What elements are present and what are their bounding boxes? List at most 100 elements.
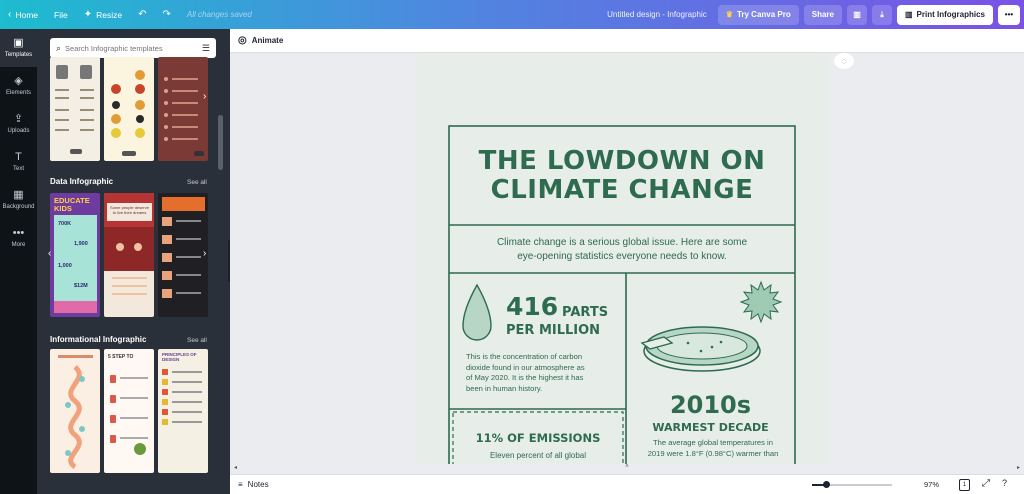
crown-icon: ♛	[725, 10, 733, 19]
share-button[interactable]: Share	[803, 4, 842, 25]
chevron-right-icon[interactable]: ›	[203, 91, 206, 102]
desc-line: been in human history.	[466, 383, 543, 393]
intro-text: Climate change is a serious global issue…	[449, 236, 795, 264]
horizontal-scroll[interactable]: ◂ ˄ ▸	[230, 463, 1024, 471]
thumbnail-art	[55, 65, 94, 154]
background-icon: ▦	[13, 189, 24, 201]
search-bar[interactable]: ⌕ ☰	[50, 38, 216, 58]
print-label: Print Infographics	[916, 10, 985, 19]
rail-templates[interactable]: ▣ Templates	[0, 29, 37, 67]
scroll-right-icon[interactable]: ▸	[1017, 464, 1020, 471]
resize-button[interactable]: ✦ Resize	[76, 0, 130, 29]
chevron-right-icon[interactable]: ›	[203, 248, 206, 259]
stat1-unit-line2: PER MILLION	[506, 323, 601, 338]
rail-background[interactable]: ▦ Background	[0, 181, 37, 219]
desc-line: of May 2020. It is the highest it has	[466, 373, 584, 382]
undo-button[interactable]: ↶	[130, 0, 154, 29]
template-thumbnail[interactable]: PRINCIPLES OF DESIGN	[158, 349, 208, 473]
rail-label: More	[11, 242, 26, 248]
template-thumbnail[interactable]: EDUCATE KIDS 700K 1,900 1,000 $12M	[50, 193, 100, 317]
zoom-slider-handle[interactable]	[823, 481, 830, 488]
template-thumbnail[interactable]: Some people deserve to live their dreams	[104, 193, 154, 317]
try-pro-button[interactable]: ♛ Try Canva Pro	[717, 4, 799, 25]
thumbnail-art	[58, 355, 93, 470]
title-line: THE LOWDOWN ON	[478, 146, 766, 176]
canvas-area[interactable]: THE LOWDOWN ON CLIMATE CHANGE Climate ch…	[230, 53, 1024, 464]
scroll-up-icon[interactable]: ˄	[625, 464, 629, 470]
chevron-right-icon[interactable]: ›	[203, 405, 206, 416]
rail-label: Elements	[5, 90, 31, 96]
home-label: Home	[15, 9, 39, 20]
thumbnail-art	[162, 369, 202, 425]
rail-elements[interactable]: ◈ Elements	[0, 67, 37, 105]
insights-button[interactable]: ▥	[846, 4, 867, 25]
see-all-link[interactable]: See all	[187, 179, 207, 186]
fullscreen-icon[interactable]: ⤢	[982, 478, 990, 489]
file-label: File	[54, 9, 68, 20]
stat2-description: The average global temperatures in 2019 …	[638, 438, 788, 459]
template-thumbnail[interactable]	[158, 193, 208, 317]
stat2-label: WARMEST DECADE	[652, 421, 769, 434]
download-icon: ⤓	[880, 9, 884, 19]
thumbnail-stat: 1,900	[74, 241, 88, 247]
text-icon: T	[15, 151, 22, 163]
upload-icon: ⇪	[13, 113, 24, 125]
templates-panel: ⌕ ☰ ›	[37, 29, 230, 494]
stat3-description: Eleven percent of all global	[489, 451, 587, 460]
thumbnail-stat: $12M	[74, 283, 88, 289]
infographic-title: THE LOWDOWN ON CLIMATE CHANGE	[449, 147, 795, 205]
template-thumbnail[interactable]: 5 STEP TO	[104, 349, 154, 473]
editor-toolbar: ◎ Animate	[230, 29, 1024, 53]
template-row	[50, 57, 208, 161]
scroll-left-icon[interactable]: ◂	[234, 464, 237, 471]
chevron-left-icon: ‹	[8, 9, 12, 20]
search-icon: ⌕	[56, 42, 62, 53]
download-button[interactable]: ⤓	[871, 4, 892, 25]
bottom-bar: ≡ Notes 97% 1 ⤢ ?	[230, 474, 1024, 494]
chevron-left-icon[interactable]: ‹	[48, 248, 51, 259]
notes-button[interactable]: ≡ Notes	[230, 480, 269, 489]
panel-scrollbar[interactable]	[218, 115, 223, 170]
comment-button[interactable]: ◌	[834, 53, 854, 69]
file-menu[interactable]: File	[46, 0, 76, 29]
filter-icon[interactable]: ☰	[202, 43, 210, 54]
help-icon[interactable]: ?	[1002, 478, 1007, 488]
page-count-button[interactable]: 1	[959, 479, 970, 491]
template-thumbnail[interactable]	[50, 57, 100, 161]
home-button[interactable]: ‹ Home	[0, 0, 46, 29]
stat3-title: 11% OF EMISSIONS	[475, 431, 601, 445]
print-button[interactable]: ▥ Print Infographics	[896, 4, 993, 25]
design-page[interactable]: THE LOWDOWN ON CLIMATE CHANGE Climate ch…	[416, 53, 830, 464]
desc-line: 2019 were 1.8°F (0.98°C) warmer than	[647, 448, 779, 458]
redo-button[interactable]: ↷	[155, 0, 179, 29]
template-thumbnail[interactable]	[50, 349, 100, 473]
intro-line: eye-opening statistics everyone needs to…	[517, 251, 727, 262]
templates-icon: ▣	[13, 37, 24, 49]
undo-icon: ↶	[138, 9, 147, 20]
title-line: CLIMATE CHANGE	[490, 175, 754, 205]
rail-more[interactable]: ••• More	[0, 219, 37, 257]
intro-line: Climate change is a serious global issue…	[496, 237, 748, 248]
design-title[interactable]: Untitled design - Infographic	[607, 10, 707, 19]
zoom-value[interactable]: 97%	[924, 480, 939, 489]
side-rail: ▣ Templates ◈ Elements ⇪ Uploads T Text …	[0, 29, 37, 494]
animate-button[interactable]: Animate	[252, 36, 284, 45]
template-thumbnail[interactable]	[158, 57, 208, 161]
thumbnail-art	[111, 70, 145, 156]
zoom-slider[interactable]	[812, 481, 892, 488]
animate-icon: ◎	[238, 35, 247, 46]
search-input[interactable]	[65, 43, 198, 53]
save-status: All changes saved	[186, 10, 252, 19]
rail-text[interactable]: T Text	[0, 143, 37, 181]
desc-line: This is the concentration of carbon	[466, 352, 583, 361]
template-row: 5 STEP TO PRINCIPLES OF DESIGN	[50, 349, 208, 473]
more-options-button[interactable]: •••	[998, 4, 1020, 25]
thumbnail-stat: 1,000	[58, 263, 72, 269]
template-thumbnail[interactable]	[104, 57, 154, 161]
stat1-description: This is the concentration of carbon diox…	[466, 352, 616, 394]
rail-uploads[interactable]: ⇪ Uploads	[0, 105, 37, 143]
bar-chart-icon: ▥	[853, 10, 861, 19]
top-bar: ‹ Home File ✦ Resize ↶ ↷ All changes sav…	[0, 0, 1024, 29]
see-all-link[interactable]: See all	[187, 337, 207, 344]
rail-label: Templates	[4, 52, 33, 58]
